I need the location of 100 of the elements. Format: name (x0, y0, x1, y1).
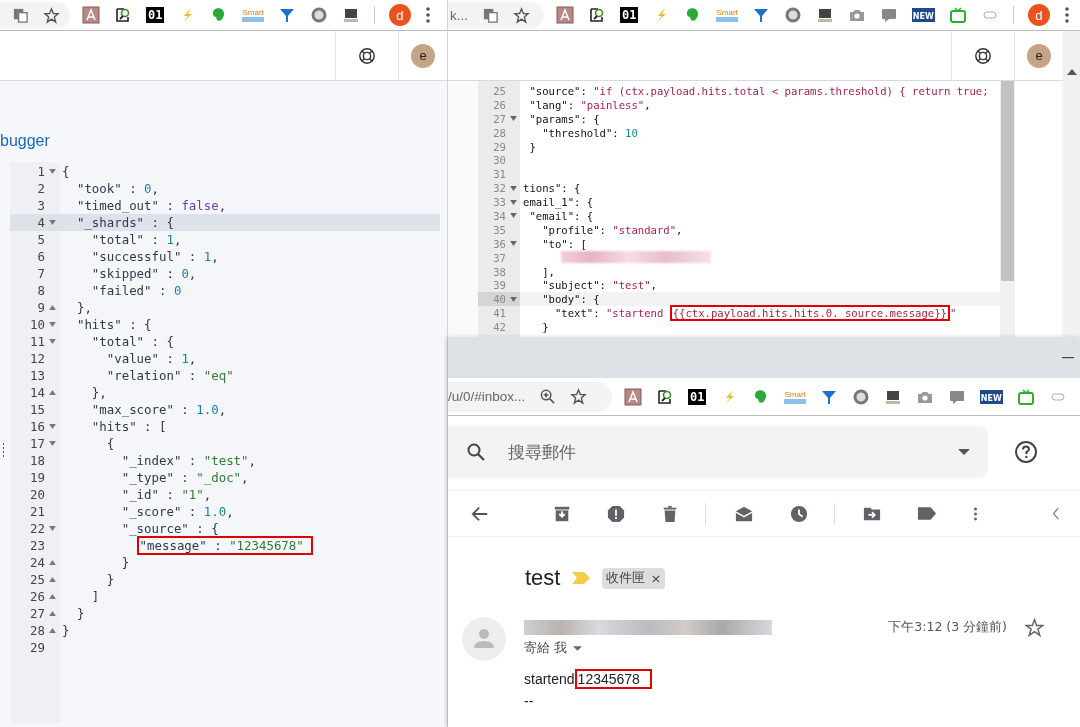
label-chip[interactable]: 收件匣 × (602, 567, 666, 589)
pdf-icon[interactable] (556, 6, 574, 24)
pdf-icon[interactable] (624, 387, 642, 406)
profile-avatar[interactable]: d (388, 4, 411, 26)
line-number: 1 (36, 164, 45, 179)
menu-icon[interactable] (1063, 6, 1070, 24)
document-search-icon[interactable] (114, 6, 132, 24)
star-icon[interactable] (43, 6, 60, 24)
fold-arrow-down-icon[interactable] (48, 322, 56, 327)
code-text: } (120, 555, 130, 570)
search-icon[interactable] (466, 442, 486, 462)
fold-arrow-down-icon[interactable] (509, 296, 517, 302)
trash-icon[interactable] (661, 504, 679, 523)
importance-marker-icon[interactable] (572, 572, 591, 584)
line-number: 29 (29, 640, 45, 655)
news-extension-icon[interactable]: NEW (979, 389, 1003, 404)
news-extension-icon[interactable]: NEW (911, 8, 935, 22)
line-number: 36 (492, 236, 506, 251)
dropdown-caret-icon[interactable] (958, 449, 970, 455)
scrollbar[interactable] (1000, 81, 1015, 337)
computer-icon[interactable] (341, 6, 360, 24)
fold-arrow-down-icon[interactable] (48, 339, 56, 344)
help-icon[interactable] (1014, 440, 1038, 464)
fold-arrow-down-icon[interactable] (509, 116, 517, 122)
extension-badge[interactable]: 01 (688, 388, 707, 405)
fold-arrow-up-icon[interactable] (48, 305, 56, 310)
code-editor[interactable] (478, 81, 1000, 337)
line-number: 26 (29, 589, 45, 604)
fold-arrow-up-icon[interactable] (48, 560, 56, 565)
fold-arrow-down-icon[interactable] (509, 199, 517, 205)
archive-icon[interactable] (553, 504, 571, 523)
disc-icon[interactable] (851, 387, 870, 406)
fold-arrow-up-icon[interactable] (48, 577, 56, 582)
fold-arrow-down-icon[interactable] (48, 441, 56, 446)
spam-icon[interactable] (607, 504, 625, 523)
code-text: "value" : 1, (105, 351, 197, 366)
scrollbar[interactable] (1063, 31, 1080, 337)
computer-icon[interactable] (815, 6, 834, 24)
star-icon[interactable] (570, 388, 588, 405)
back-arrow-icon[interactable] (471, 504, 489, 523)
funnel-icon[interactable] (751, 6, 770, 24)
document-search-icon[interactable] (656, 387, 674, 406)
dropdown-caret-icon[interactable] (573, 646, 582, 651)
more-icon[interactable] (973, 505, 978, 522)
code-text: "hits" : { (75, 317, 152, 332)
remove-label-button[interactable]: × (650, 570, 662, 586)
line-number: 42 (492, 320, 506, 335)
fold-arrow-down-icon[interactable] (48, 424, 56, 429)
tag-icon[interactable] (917, 506, 937, 521)
fold-arrow-down-icon[interactable] (48, 169, 56, 174)
code-text: ] (90, 589, 100, 604)
extension-badge[interactable]: 01 (146, 7, 165, 23)
fold-arrow-down-icon[interactable] (509, 185, 517, 191)
zoom-icon[interactable] (539, 388, 557, 405)
address-text[interactable]: k... (450, 7, 468, 23)
translate-icon[interactable] (12, 6, 29, 24)
user-avatar[interactable]: e (1027, 43, 1051, 68)
help-lifebuoy-icon[interactable] (974, 46, 992, 65)
help-lifebuoy-icon[interactable] (358, 46, 376, 65)
code-text: "subject": "test", (541, 279, 657, 292)
tv-icon[interactable] (948, 6, 967, 24)
search-bar[interactable]: 搜尋郵件 (448, 426, 988, 478)
star-icon[interactable] (1025, 617, 1044, 637)
code-text: } (528, 140, 536, 153)
fold-arrow-down-icon[interactable] (48, 526, 56, 531)
envelope-icon[interactable] (734, 504, 754, 523)
search-field[interactable]: 搜尋郵件 (506, 441, 938, 463)
extension-badge[interactable]: 01 (620, 7, 639, 23)
user-avatar[interactable]: e (411, 43, 435, 68)
fold-arrow-up-icon[interactable] (48, 390, 56, 395)
scroll-up-icon[interactable] (1066, 69, 1077, 75)
star-icon[interactable] (513, 6, 530, 24)
code-text: "threshold": 10 (541, 126, 638, 139)
minimize-icon[interactable] (1062, 356, 1074, 359)
profile-avatar[interactable]: d (1027, 4, 1050, 26)
code-text: } (541, 321, 549, 334)
code-text: "params": { (528, 112, 600, 125)
disc-icon[interactable] (783, 6, 802, 24)
chevron-left-icon[interactable] (1052, 507, 1060, 520)
sender-avatar (462, 617, 506, 661)
fold-arrow-down-icon[interactable] (509, 213, 517, 219)
resize-handle-icon[interactable] (2, 443, 5, 457)
scrollbar-thumb[interactable] (1001, 81, 1014, 281)
funnel-icon[interactable] (277, 6, 296, 24)
fold-arrow-up-icon[interactable] (48, 628, 56, 633)
fold-arrow-up-icon[interactable] (48, 594, 56, 599)
tv-icon[interactable] (1016, 387, 1035, 406)
fold-arrow-down-icon[interactable] (48, 220, 56, 225)
menu-icon[interactable] (424, 6, 431, 24)
clock-icon[interactable] (790, 504, 808, 523)
code-text: "body": { (541, 293, 600, 306)
chat-bubble-icon[interactable] (879, 6, 898, 24)
line-number: 34 (492, 209, 506, 223)
fold-arrow-up-icon[interactable] (48, 611, 56, 616)
disc-icon[interactable] (309, 6, 328, 24)
translate-icon[interactable] (482, 6, 499, 24)
pdf-icon[interactable] (82, 6, 100, 24)
fold-arrow-down-icon[interactable] (509, 241, 517, 247)
document-search-icon[interactable] (588, 6, 606, 24)
line-number: 24 (29, 555, 45, 570)
